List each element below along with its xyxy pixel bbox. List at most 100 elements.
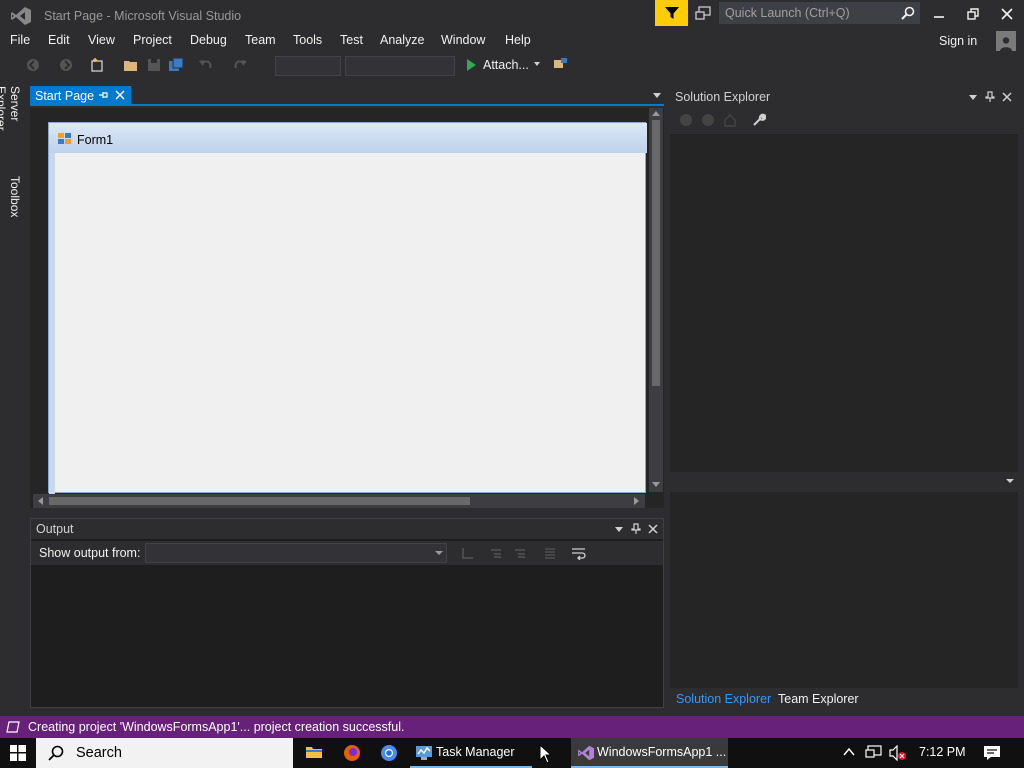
solution-explorer-panel: Solution Explorer Solution Explorer Team… [670,86,1018,710]
taskbar-visual-studio[interactable]: WindowsFormsApp1 ... [571,738,728,768]
output-pin-icon[interactable] [631,523,641,535]
form1-titlebar[interactable]: Form1 [49,123,647,153]
save-all-icon[interactable] [168,57,184,73]
restore-button[interactable] [957,2,989,26]
sol-back-icon[interactable] [679,113,693,127]
live-share-icon[interactable] [694,5,714,23]
server-explorer-tab[interactable]: Server Explorer [0,86,22,166]
chrome-icon[interactable] [380,744,398,762]
menu-tools[interactable]: Tools [293,33,322,47]
show-output-from-label: Show output from: [39,546,141,560]
output-dropdown-icon[interactable] [614,525,624,533]
show-hidden-icons-icon[interactable] [843,747,855,757]
horizontal-scroll-thumb[interactable] [49,497,470,505]
menu-edit[interactable]: Edit [48,33,70,47]
designer-horizontal-scrollbar[interactable] [33,494,645,508]
network-icon[interactable] [865,745,883,761]
clear-all-icon[interactable] [543,546,557,560]
solution-explorer-tabs: Solution Explorer Team Explorer [670,688,1018,710]
save-icon[interactable] [146,57,162,73]
tab-overflow-icon[interactable] [652,91,662,99]
close-tab-icon[interactable] [115,90,125,100]
sol-close-icon[interactable] [1002,92,1012,102]
taskbar-task-manager[interactable]: Task Manager [410,738,532,768]
output-close-icon[interactable] [648,524,658,534]
form1-border [49,153,55,494]
scroll-up-icon[interactable] [652,110,660,116]
dock-icon[interactable] [553,57,569,73]
menu-test[interactable]: Test [340,33,363,47]
forward-icon[interactable] [58,57,74,73]
attach-dropdown-icon[interactable] [532,59,542,75]
form-icon [58,133,71,145]
menu-bar: File Edit View Project Debug Team Tools … [0,30,1024,52]
close-icon [1001,8,1013,20]
solution-tree[interactable] [670,134,1018,470]
menu-analyze[interactable]: Analyze [380,33,424,47]
toolbox-tab[interactable]: Toolbox [4,176,22,222]
next-message-icon[interactable] [513,546,527,560]
new-project-icon[interactable] [89,57,105,73]
pin-icon[interactable] [98,90,108,100]
start-button[interactable] [0,738,36,768]
scroll-right-icon[interactable] [634,497,640,505]
sol-pin-icon[interactable] [985,91,995,103]
quick-launch-box[interactable] [719,2,920,24]
menu-team[interactable]: Team [245,33,276,47]
sign-in-link[interactable]: Sign in [939,34,977,48]
solution-explorer-header: Solution Explorer [670,86,1018,108]
action-center-icon[interactable] [983,745,1001,761]
previous-message-icon[interactable] [489,546,503,560]
visual-studio-logo-icon[interactable] [10,6,32,26]
tab-start-page[interactable]: Start Page [30,86,131,105]
form1-window[interactable]: Form1 [48,122,647,494]
start-icon[interactable] [463,57,479,73]
undo-icon[interactable] [198,57,214,73]
windows-taskbar: Search Task Manager WindowsFormsApp1 ...… [0,738,1024,768]
menu-project[interactable]: Project [133,33,172,47]
menu-help[interactable]: Help [505,33,531,47]
account-icon[interactable] [996,31,1016,51]
attach-button[interactable]: Attach... [483,58,529,72]
scroll-left-icon[interactable] [37,497,43,505]
open-file-icon[interactable] [123,57,139,73]
volume-muted-icon[interactable] [889,745,907,761]
word-wrap-icon[interactable] [571,546,587,560]
designer-vertical-scrollbar[interactable] [649,108,663,492]
menu-view[interactable]: View [88,33,115,47]
back-icon[interactable] [25,57,41,73]
sol-dropdown-icon[interactable] [968,93,978,101]
menu-window[interactable]: Window [441,33,485,47]
status-bar: Creating project 'WindowsFormsApp1'... p… [0,716,1024,738]
minimize-button[interactable] [923,2,955,26]
platform-dropdown[interactable] [345,56,455,76]
taskbar-clock[interactable]: 7:12 PM [919,745,966,759]
quick-launch-input[interactable] [720,3,900,23]
filter-icon [664,7,679,19]
properties-header [670,472,1018,492]
firefox-icon[interactable] [343,744,361,762]
search-icon[interactable] [901,6,915,20]
taskbar-search-box[interactable]: Search [36,738,293,768]
feedback-filter-button[interactable] [655,0,688,26]
find-message-icon[interactable] [461,546,475,560]
tab-solution-explorer[interactable]: Solution Explorer [676,692,771,706]
sol-forward-icon[interactable] [701,113,715,127]
restore-icon [967,8,979,20]
chevron-down-icon[interactable] [1006,478,1014,484]
home-icon[interactable] [723,113,737,127]
tab-team-explorer[interactable]: Team Explorer [778,692,859,706]
title-bar: Start Page - Microsoft Visual Studio [0,0,1024,30]
configuration-dropdown[interactable] [275,56,341,76]
menu-debug[interactable]: Debug [190,33,227,47]
redo-icon[interactable] [232,57,248,73]
close-button[interactable] [991,2,1023,26]
mouse-cursor-icon [539,744,551,764]
file-explorer-icon[interactable] [305,744,323,760]
scroll-down-icon[interactable] [652,482,660,488]
vertical-scroll-thumb[interactable] [652,120,660,386]
output-title: Output [36,522,74,536]
menu-file[interactable]: File [10,33,30,47]
properties-wrench-icon[interactable] [752,113,766,127]
output-source-dropdown[interactable] [145,543,447,563]
